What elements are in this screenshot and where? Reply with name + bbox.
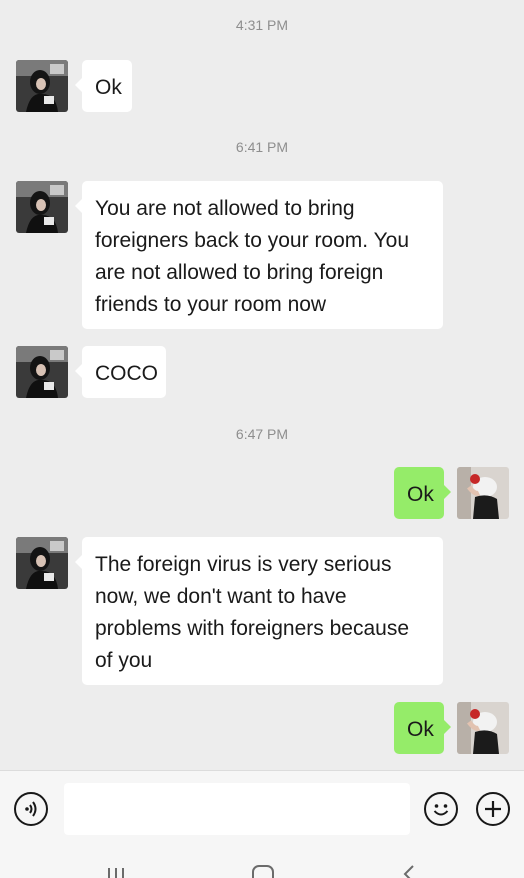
message-text: Ok (407, 483, 434, 506)
back-icon[interactable] (398, 864, 418, 878)
home-icon[interactable] (250, 864, 276, 878)
contact-avatar[interactable] (16, 537, 68, 589)
incoming-message-bubble[interactable]: You are not allowed to bring foreigners … (75, 181, 443, 329)
plus-icon[interactable] (476, 792, 510, 826)
message-text: COCO (95, 362, 158, 385)
my-avatar[interactable] (457, 467, 509, 519)
message-text: Ok (407, 718, 434, 741)
timestamp: 6:41 PM (235, 139, 289, 155)
timestamp: 4:31 PM (235, 17, 289, 33)
input-bar (0, 770, 524, 847)
contact-avatar[interactable] (16, 181, 68, 233)
system-nav-bar (0, 846, 524, 878)
contact-avatar[interactable] (16, 60, 68, 112)
incoming-message-bubble[interactable]: The foreign virus is very serious now, w… (75, 537, 443, 685)
timestamp: 6:47 PM (235, 426, 289, 442)
outgoing-message-bubble[interactable]: Ok (394, 467, 451, 519)
message-text: The foreign virus is very serious now, w… (95, 553, 409, 672)
contact-avatar[interactable] (16, 346, 68, 398)
voice-icon[interactable] (14, 792, 48, 826)
incoming-message-bubble[interactable]: COCO (75, 346, 166, 398)
emoji-icon[interactable] (424, 792, 458, 826)
my-avatar[interactable] (457, 702, 509, 754)
message-text: Ok (95, 76, 122, 99)
message-input[interactable] (64, 783, 410, 835)
recent-apps-icon[interactable] (104, 866, 128, 878)
outgoing-message-bubble[interactable]: Ok (394, 702, 451, 754)
incoming-message-bubble[interactable]: Ok (75, 60, 132, 112)
message-text: You are not allowed to bring foreigners … (95, 197, 410, 316)
